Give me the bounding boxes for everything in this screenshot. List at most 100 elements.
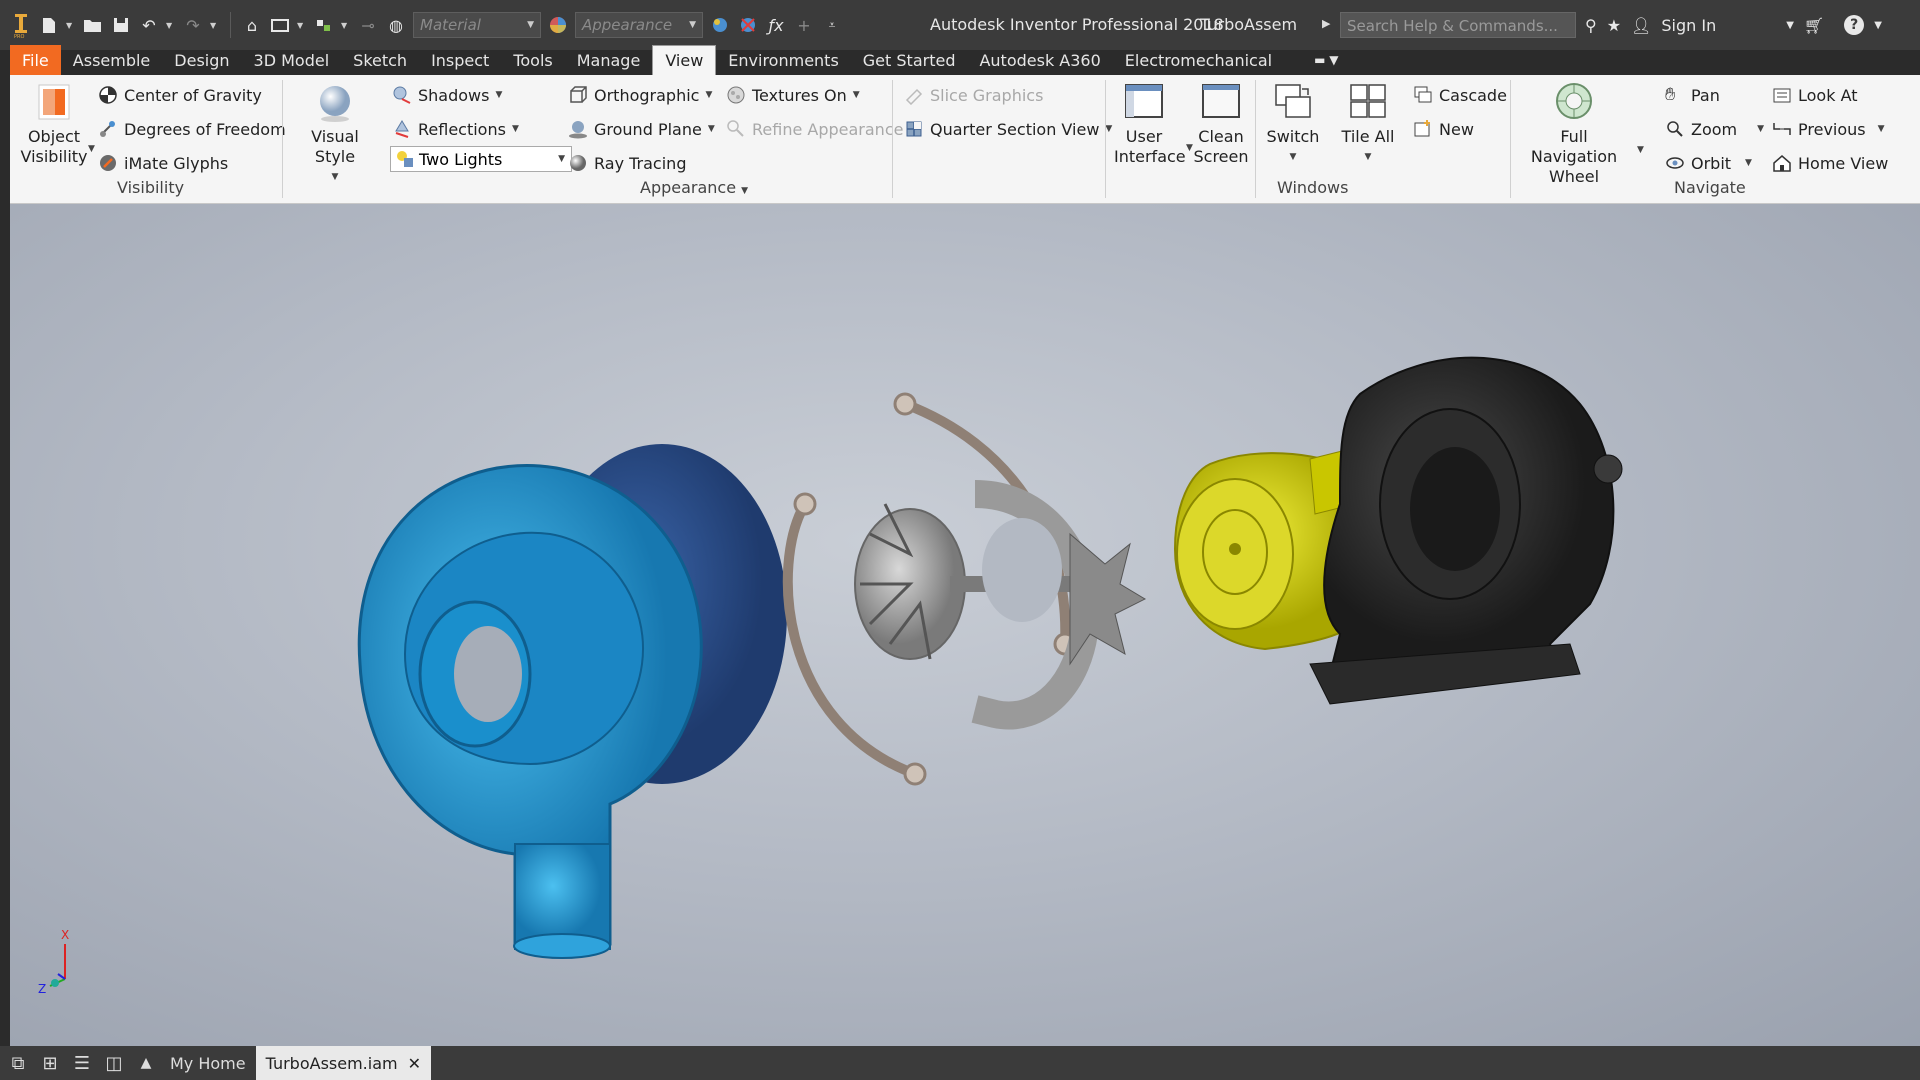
redo-icon[interactable]: ↷ <box>182 14 204 36</box>
tab-electromechanical[interactable]: Electromechanical <box>1113 45 1284 75</box>
cart-icon[interactable]: 🛒︎ <box>1804 16 1824 35</box>
imate-glyphs-button[interactable]: iMate Glyphs <box>98 149 228 177</box>
turbine-rotor-assembly[interactable] <box>854 480 1147 730</box>
visual-style-button[interactable]: Visual Style ▼ <box>292 81 378 187</box>
pan-button[interactable]: ✋︎ Pan <box>1665 81 1720 109</box>
ribbon-display-toggle[interactable]: ▬ ▼ <box>1284 45 1350 75</box>
function-icon[interactable]: ƒx <box>765 14 787 36</box>
slice-graphics-button[interactable]: Slice Graphics <box>904 81 1043 109</box>
plus-icon[interactable]: + <box>793 14 815 36</box>
orbit-icon <box>1665 153 1685 173</box>
tab-view[interactable]: View <box>652 45 717 75</box>
cascade-windows-icon[interactable]: ⧉ <box>4 1049 32 1077</box>
tab-3d-model[interactable]: 3D Model <box>242 45 342 75</box>
tile-horizontal-icon[interactable]: ☰ <box>68 1049 96 1077</box>
globe-icon[interactable]: ◍ <box>385 14 407 36</box>
chevron-down-icon: ▼ <box>1745 158 1752 168</box>
chevron-down-icon[interactable]: ▼ <box>66 21 76 30</box>
search-input[interactable]: Search Help & Commands... <box>1340 12 1576 38</box>
graphics-viewport[interactable]: X Z <box>10 204 1920 1046</box>
user-interface-label-1: User <box>1125 127 1163 146</box>
textures-on-button[interactable]: Textures On ▼ <box>726 81 860 109</box>
tab-assemble[interactable]: Assemble <box>61 45 163 75</box>
open-folder-icon[interactable] <box>82 14 104 36</box>
tab-design[interactable]: Design <box>162 45 241 75</box>
turbo-assembly-model[interactable] <box>10 204 1920 1046</box>
tab-sketch[interactable]: Sketch <box>341 45 419 75</box>
appearance-group-label[interactable]: Appearance ▼ <box>640 178 748 197</box>
tab-autodesk-a360[interactable]: Autodesk A360 <box>967 45 1112 75</box>
tab-tools[interactable]: Tools <box>501 45 564 75</box>
save-icon[interactable] <box>110 14 132 36</box>
previous-view-button[interactable]: Previous ▼ <box>1772 115 1885 143</box>
new-window-button[interactable]: New <box>1413 115 1474 143</box>
material-dropdown[interactable]: Material ▼ <box>413 12 541 38</box>
user-icon[interactable]: 👤︎ <box>1631 16 1651 35</box>
clear-appearance-icon[interactable] <box>737 14 759 36</box>
adjust-appearance-icon[interactable] <box>709 14 731 36</box>
chevron-down-icon[interactable]: ▼ <box>1786 20 1794 31</box>
tab-file[interactable]: File <box>10 45 61 75</box>
cascade-label: Cascade <box>1439 85 1507 105</box>
chevron-down-icon[interactable]: ▼ <box>210 21 220 30</box>
tab-manage[interactable]: Manage <box>565 45 653 75</box>
chevron-down-icon[interactable]: ▼ <box>341 21 351 30</box>
close-icon[interactable]: ✕ <box>408 1054 421 1073</box>
degrees-of-freedom-button[interactable]: Degrees of Freedom <box>98 115 286 143</box>
appearance-dropdown[interactable]: Appearance ▼ <box>575 12 703 38</box>
select-icon[interactable] <box>313 14 335 36</box>
user-interface-icon <box>1123 81 1165 123</box>
help-icon[interactable]: ? <box>1844 15 1865 35</box>
reflections-button[interactable]: Reflections ▼ <box>392 115 519 143</box>
new-file-icon[interactable] <box>38 14 60 36</box>
refine-appearance-label: Refine Appearance <box>752 119 904 139</box>
update-icon[interactable] <box>269 14 291 36</box>
compressor-housing[interactable] <box>357 464 703 959</box>
undo-icon[interactable]: ↶ <box>138 14 160 36</box>
home-icon[interactable]: ⌂ <box>241 14 263 36</box>
chevron-down-icon[interactable]: ▼ <box>1874 20 1882 31</box>
shadows-button[interactable]: Shadows ▼ <box>392 81 502 109</box>
tile-windows-icon[interactable]: ⊞ <box>36 1049 64 1077</box>
chevron-down-icon[interactable]: ▼ <box>166 21 176 30</box>
quarter-section-view-button[interactable]: Quarter Section View ▼ <box>904 115 1112 143</box>
measure-icon[interactable]: ⊸ <box>357 14 379 36</box>
chevron-right-icon[interactable]: ▶ <box>1322 17 1330 30</box>
cascade-button[interactable]: Cascade <box>1413 81 1507 109</box>
tile-all-button[interactable]: Tile All ▼ <box>1338 81 1398 167</box>
home-view-button[interactable]: Home View <box>1772 149 1888 177</box>
tab-get-started[interactable]: Get Started <box>851 45 968 75</box>
ground-plane-button[interactable]: Ground Plane ▼ <box>568 115 715 143</box>
object-visibility-button[interactable]: Object Visibility <box>18 81 90 167</box>
star-icon[interactable]: ★ <box>1607 16 1621 35</box>
binoculars-icon[interactable]: ⚲ <box>1585 16 1597 35</box>
ray-tracing-button[interactable]: Ray Tracing <box>568 149 686 177</box>
chevron-down-icon[interactable]: ▼ <box>88 144 95 154</box>
orthographic-button[interactable]: Orthographic ▼ <box>568 81 712 109</box>
chevron-down-icon[interactable]: ▼ <box>1637 145 1644 155</box>
tab-environments[interactable]: Environments <box>716 45 851 75</box>
turbine-housing[interactable] <box>1309 356 1623 705</box>
refine-appearance-button[interactable]: Refine Appearance <box>726 115 903 143</box>
tab-inspect[interactable]: Inspect <box>419 45 501 75</box>
tile-vertical-icon[interactable]: ◫ <box>100 1049 128 1077</box>
arrange-up-icon[interactable]: ▲ <box>132 1049 160 1077</box>
center-of-gravity-button[interactable]: Center of Gravity <box>98 81 262 109</box>
customize-qat-icon[interactable]: ⩡ <box>821 14 843 36</box>
pan-label: Pan <box>1691 85 1720 105</box>
full-navigation-wheel-button[interactable]: Full Navigation Wheel <box>1518 81 1630 187</box>
lighting-style-dropdown[interactable]: Two Lights ▼ <box>390 146 572 172</box>
tab-document[interactable]: TurboAssem.iam ✕ <box>255 1046 431 1080</box>
orbit-button[interactable]: Orbit ▼ <box>1665 149 1752 177</box>
chevron-down-icon[interactable]: ▼ <box>297 21 307 30</box>
reflections-icon <box>392 119 412 139</box>
clean-screen-button[interactable]: Clean Screen <box>1192 81 1250 167</box>
inventor-logo-icon[interactable]: PRO <box>10 14 32 38</box>
look-at-button[interactable]: Look At <box>1772 81 1858 109</box>
user-interface-button[interactable]: User Interface <box>1114 81 1186 167</box>
zoom-button[interactable]: Zoom ▼ <box>1665 115 1764 143</box>
sign-in-button[interactable]: Sign In <box>1661 16 1716 35</box>
switch-button[interactable]: Switch ▼ <box>1264 81 1322 167</box>
tab-my-home[interactable]: My Home <box>160 1046 256 1080</box>
appearance-sphere-icon[interactable] <box>547 14 569 36</box>
